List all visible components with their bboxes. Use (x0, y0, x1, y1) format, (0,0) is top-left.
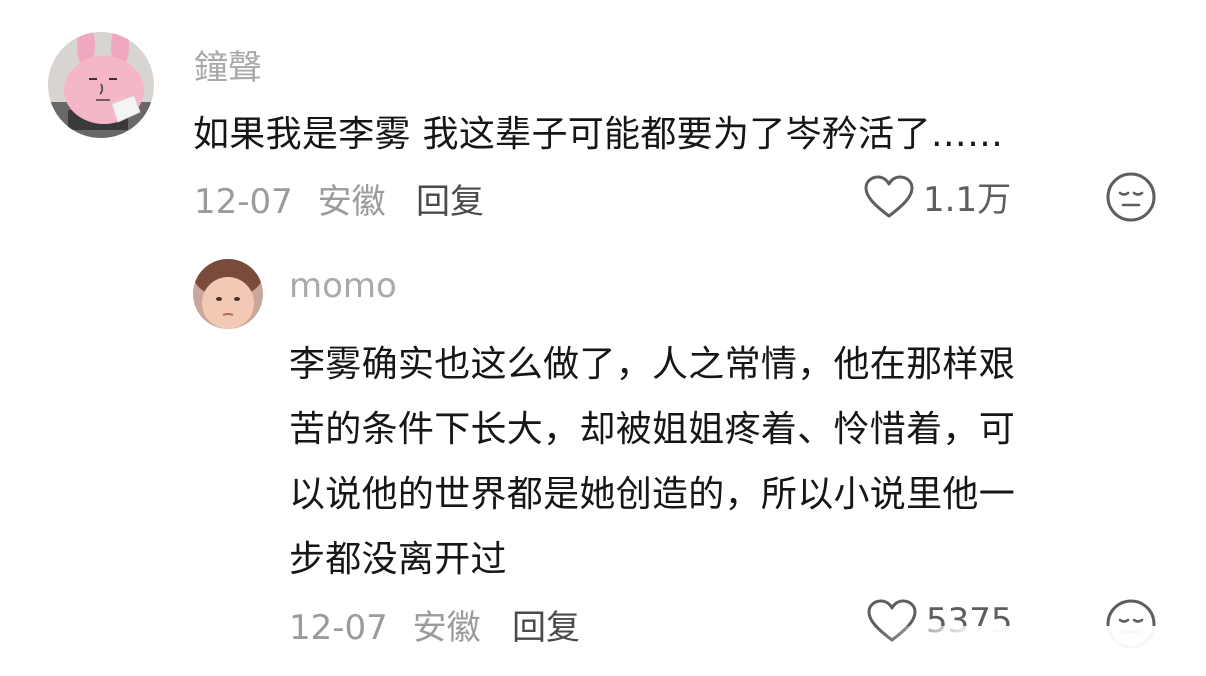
avatar[interactable] (48, 32, 154, 138)
comment-location: 安徽 (412, 608, 481, 648)
watermark-overlay (876, 626, 1206, 676)
comment-text-line: 步都没离开过 (289, 539, 507, 580)
like-count: 1.1万 (923, 180, 1012, 220)
like-button[interactable]: 1.1万 (863, 172, 1011, 221)
reply-button[interactable]: 回复 (416, 174, 484, 223)
child-photo-avatar-icon (193, 259, 263, 329)
comment-meta: 12-07 安徽 (194, 174, 386, 223)
avatar[interactable] (193, 259, 263, 329)
username[interactable]: momo (289, 266, 397, 306)
comment-location: 安徽 (317, 182, 386, 222)
comment-text-line: 苦的条件下长大，却被姐姐疼着、怜惜着，可 (289, 409, 1016, 450)
comment-date: 12-07 (194, 182, 293, 222)
dislike-button[interactable] (1105, 171, 1157, 227)
reply-button[interactable]: 回复 (512, 600, 580, 649)
heart-outline-icon (864, 175, 914, 217)
comment-text: 如果我是李雾 我这辈子可能都要为了岑矜活了…… (193, 114, 1004, 155)
pink-bunny-avatar-icon (48, 32, 154, 138)
comment-meta: 12-07 安徽 (289, 600, 481, 649)
username[interactable]: 鐘聲 (194, 40, 262, 89)
comment-text-line: 李雾确实也这么做了，人之常情，他在那样艰 (289, 344, 1016, 385)
comment-text-line: 以说他的世界都是她创造的，所以小说里他一 (289, 474, 1016, 515)
comment-date: 12-07 (289, 608, 388, 648)
meh-face-icon (1106, 172, 1156, 222)
